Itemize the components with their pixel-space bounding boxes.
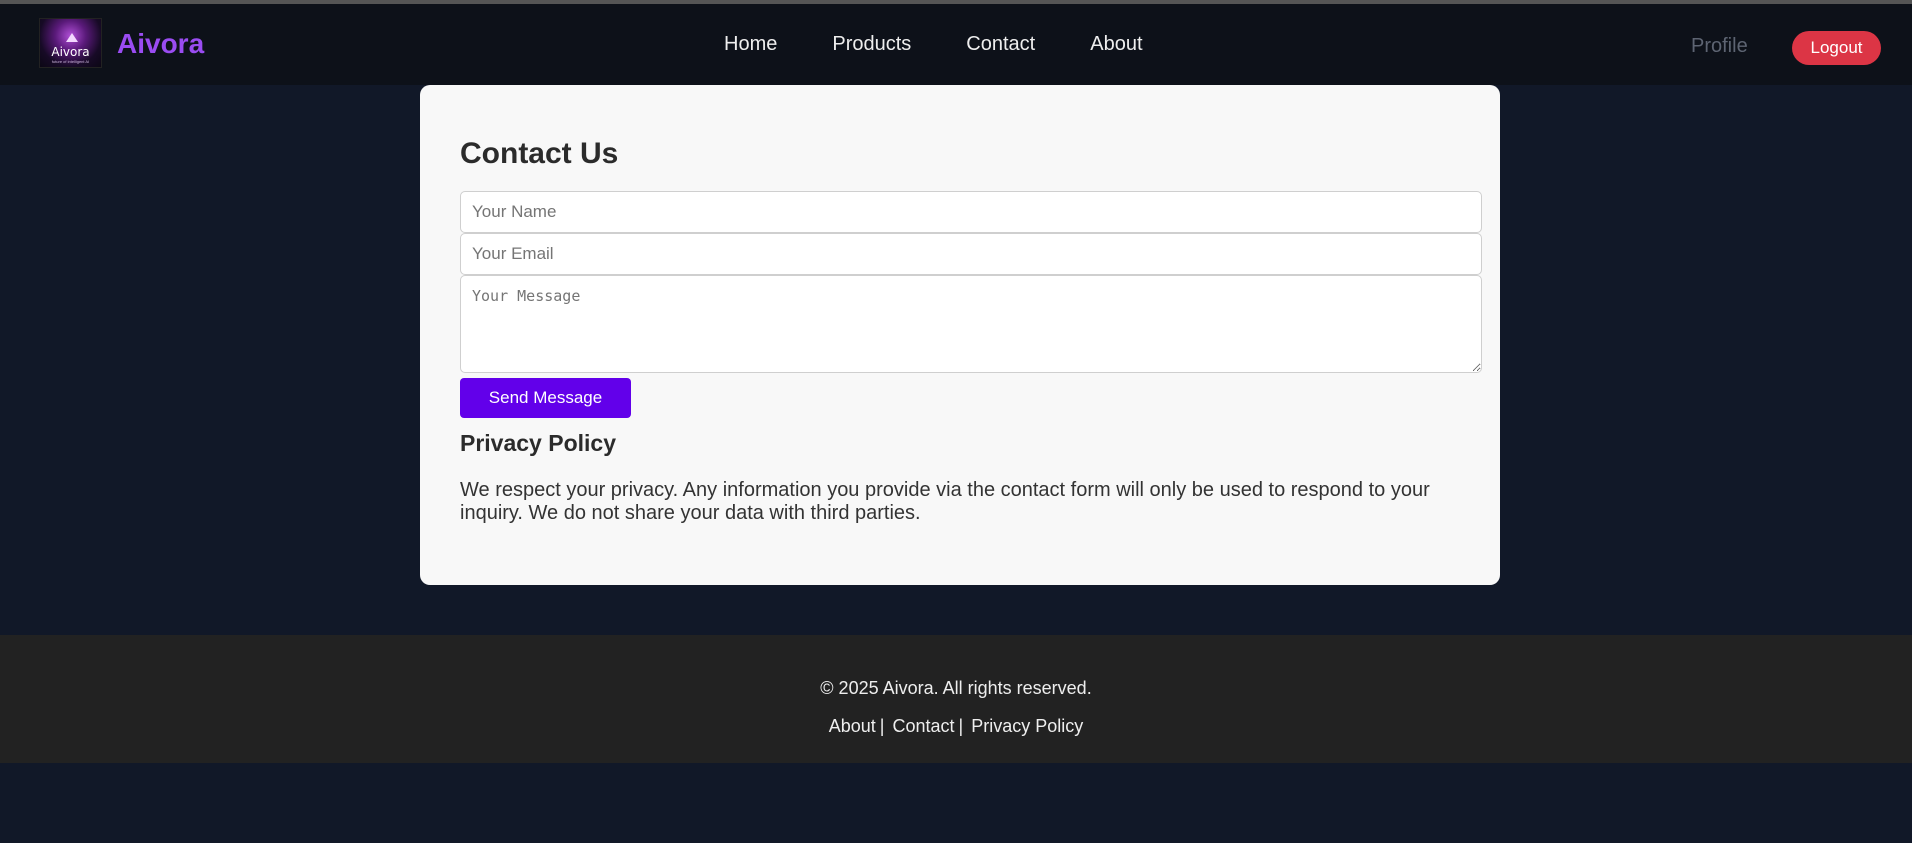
- footer-link-contact[interactable]: Contact: [892, 716, 954, 736]
- logo-triangle-icon: [66, 33, 78, 42]
- nav-products[interactable]: Products: [832, 33, 911, 56]
- footer-separator: |: [958, 716, 964, 736]
- profile-link[interactable]: Profile: [1691, 35, 1748, 58]
- logout-button[interactable]: Logout: [1792, 31, 1881, 65]
- email-input[interactable]: [460, 233, 1482, 275]
- privacy-title: Privacy Policy: [460, 430, 616, 456]
- copyright-text: © 2025 Aivora. All rights reserved.: [820, 678, 1092, 698]
- privacy-text: We respect your privacy. Any information…: [460, 479, 1430, 524]
- brand-name[interactable]: Aivora: [117, 28, 204, 60]
- footer-separator: |: [879, 716, 885, 736]
- footer-link-about[interactable]: About: [829, 716, 876, 736]
- site-footer: © 2025 Aivora. All rights reserved. Abou…: [0, 635, 1912, 763]
- logo-tagline: future of intelligent AI: [51, 59, 90, 64]
- message-textarea[interactable]: [460, 275, 1482, 373]
- nav-home[interactable]: Home: [724, 33, 777, 56]
- site-header: Aivora future of intelligent AI Aivora H…: [0, 4, 1912, 85]
- footer-links: About | Contact | Privacy Policy: [0, 716, 1912, 737]
- nav-contact[interactable]: Contact: [966, 33, 1035, 56]
- logo-text: Aivora: [51, 45, 90, 59]
- page-title: Contact Us: [460, 137, 619, 170]
- logo-image[interactable]: Aivora future of intelligent AI: [39, 18, 102, 68]
- main-nav: Home Products Contact About: [724, 33, 1198, 56]
- send-message-button[interactable]: Send Message: [460, 378, 631, 418]
- name-input[interactable]: [460, 191, 1482, 233]
- footer-link-privacy[interactable]: Privacy Policy: [971, 716, 1083, 736]
- nav-about[interactable]: About: [1090, 33, 1142, 56]
- contact-card: Contact Us Send Message Privacy Policy W…: [420, 85, 1500, 585]
